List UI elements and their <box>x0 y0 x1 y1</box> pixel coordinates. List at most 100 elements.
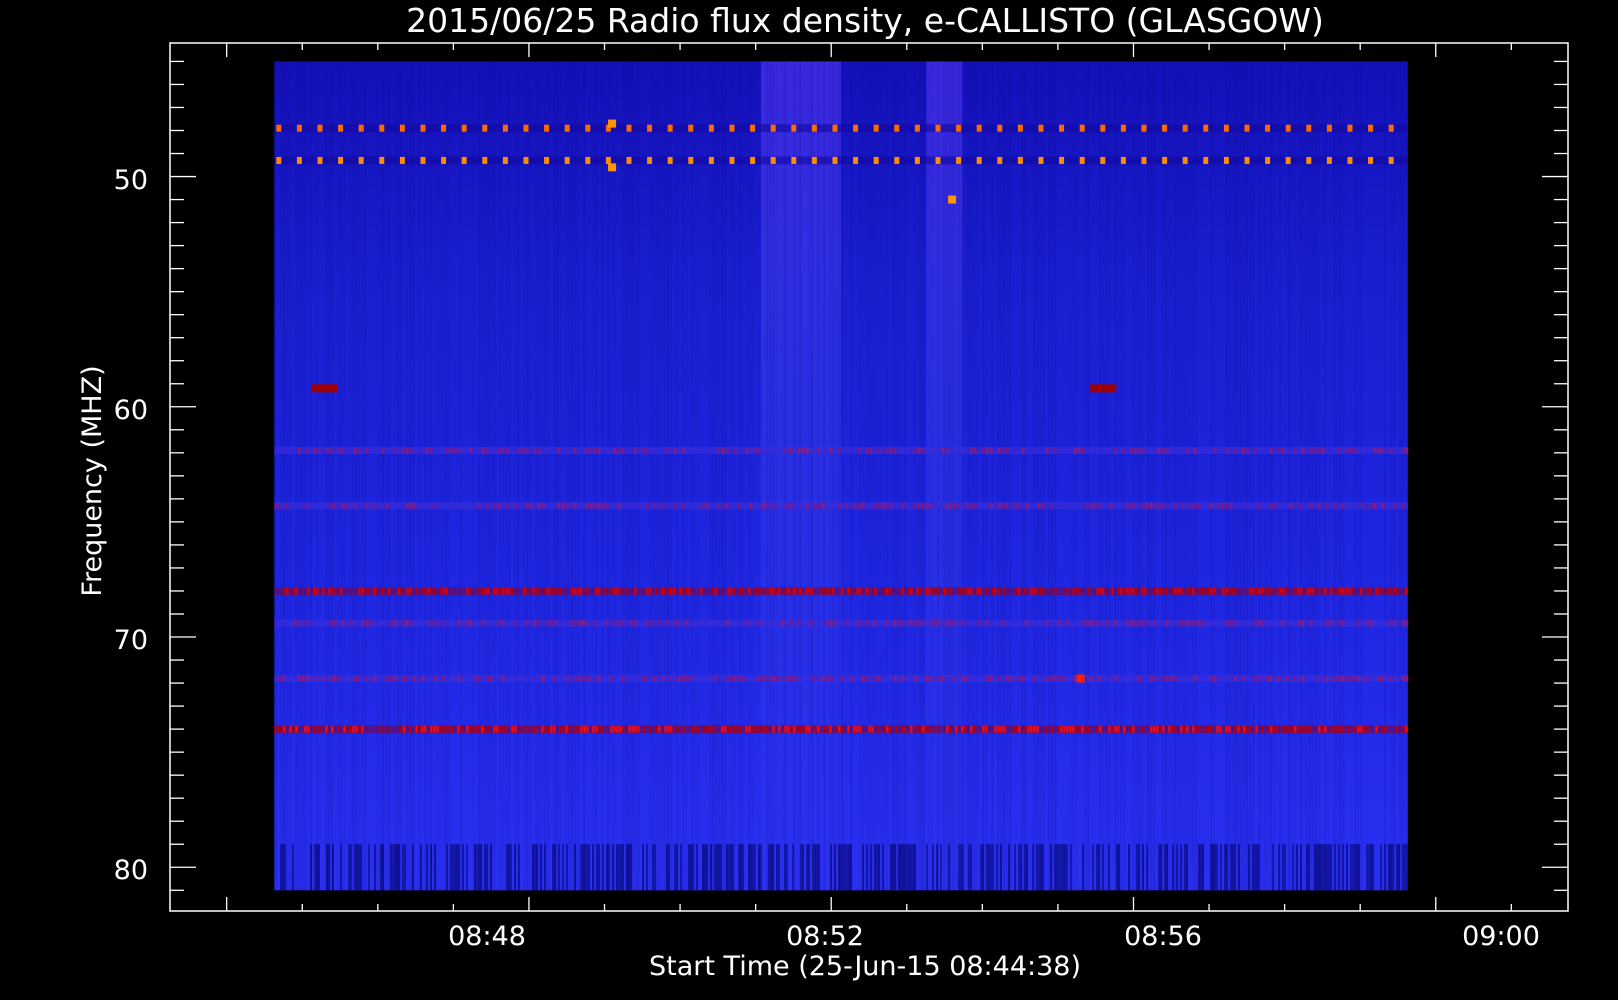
band-mark-69.4 <box>634 620 637 627</box>
band-mark-61.9 <box>1022 447 1025 454</box>
low-frequency-streak <box>1176 844 1178 891</box>
band-mark-74 <box>1084 725 1087 733</box>
texture-stripe <box>658 61 661 891</box>
band-mark-49.3 <box>1162 156 1168 164</box>
band-mark-64.3 <box>274 502 277 509</box>
band-mark-61.9 <box>470 447 473 454</box>
band-mark-69.4 <box>546 620 549 627</box>
low-frequency-streak <box>1350 844 1352 891</box>
texture-stripe <box>385 61 388 891</box>
band-mark-47.9 <box>832 124 838 132</box>
low-frequency-streak <box>962 844 964 891</box>
band-mark-74 <box>796 725 799 733</box>
band-mark-68 <box>358 587 361 595</box>
texture-stripe <box>535 61 538 891</box>
band-mark-68 <box>1264 587 1267 595</box>
band-mark-64.3 <box>1270 502 1273 509</box>
band-mark-74 <box>1303 725 1306 733</box>
band-mark-64.3 <box>814 502 817 509</box>
band-mark-47.9 <box>1182 124 1188 132</box>
band-mark-68 <box>793 587 796 595</box>
band-mark-69.4 <box>922 620 925 627</box>
band-mark-64.3 <box>970 502 973 509</box>
band-mark-71.8 <box>486 675 489 682</box>
band-mark-64.3 <box>530 502 533 509</box>
texture-stripe <box>1261 61 1264 891</box>
band-mark-74 <box>409 725 412 733</box>
band-mark-68 <box>1267 587 1270 595</box>
band-mark-74 <box>1063 725 1066 733</box>
band-mark-68 <box>505 587 508 595</box>
band-mark-64.3 <box>702 502 705 509</box>
band-mark-69.4 <box>554 620 557 627</box>
band-mark-64.3 <box>1026 502 1029 509</box>
band-mark-69.4 <box>1194 620 1197 627</box>
band-mark-64.3 <box>774 502 777 509</box>
low-frequency-streak <box>1384 844 1386 891</box>
texture-stripe <box>1042 61 1045 891</box>
texture-stripe <box>634 61 637 891</box>
band-mark-71.8 <box>1114 675 1117 682</box>
low-frequency-streak <box>1210 844 1212 891</box>
low-frequency-streak <box>818 844 820 891</box>
low-frequency-streak <box>1108 844 1110 891</box>
texture-stripe <box>592 61 595 891</box>
band-mark-74 <box>526 725 529 733</box>
band-mark-74 <box>511 725 514 733</box>
texture-stripe <box>694 61 697 891</box>
band-mark-68 <box>919 587 922 595</box>
band-mark-69.4 <box>758 620 761 627</box>
band-mark-74 <box>973 725 976 733</box>
band-mark-74 <box>457 725 460 733</box>
band-mark-74 <box>997 725 1000 733</box>
band-mark-49.3 <box>1326 156 1332 164</box>
band-mark-64.3 <box>918 502 921 509</box>
texture-stripe <box>955 61 958 891</box>
low-frequency-streak <box>1326 844 1328 891</box>
texture-stripe <box>973 61 976 891</box>
band-mark-61.9 <box>426 447 429 454</box>
band-mark-64.3 <box>862 502 865 509</box>
low-frequency-streak <box>1308 844 1310 891</box>
texture-stripe <box>1402 61 1405 891</box>
band-mark-47.9 <box>338 124 344 132</box>
texture-stripe <box>328 61 331 891</box>
band-mark-61.9 <box>314 447 317 454</box>
band-mark-64.3 <box>1094 502 1097 509</box>
band-mark-49.3 <box>1265 156 1271 164</box>
low-frequency-streak <box>674 844 676 891</box>
band-mark-49.3 <box>1038 156 1044 164</box>
band-mark-74 <box>643 725 646 733</box>
low-frequency-streak <box>446 844 448 891</box>
low-frequency-streak <box>456 844 458 891</box>
band-mark-68 <box>1339 587 1342 595</box>
band-mark-71.8 <box>434 675 437 682</box>
band-mark-61.9 <box>298 447 301 454</box>
band-mark-68 <box>550 587 553 595</box>
band-mark-61.9 <box>674 447 677 454</box>
texture-stripe <box>1225 61 1228 891</box>
texture-stripe <box>1186 61 1189 891</box>
band-mark-71.8 <box>314 675 317 682</box>
low-frequency-streak <box>360 844 362 891</box>
band-mark-74 <box>1180 725 1183 733</box>
chart-title: 2015/06/25 Radio flux density, e-CALLIST… <box>406 1 1324 40</box>
band-mark-69.4 <box>1258 620 1261 627</box>
texture-stripe <box>697 61 700 891</box>
band-mark-71.8 <box>1166 675 1169 682</box>
band-mark-49.3 <box>1017 156 1023 164</box>
band-mark-64.3 <box>1194 502 1197 509</box>
texture-stripe <box>946 61 949 891</box>
band-mark-64.3 <box>278 502 281 509</box>
band-mark-74 <box>1354 725 1357 733</box>
band-mark-74 <box>754 725 757 733</box>
band-mark-68 <box>1135 587 1138 595</box>
band-mark-68 <box>1300 587 1303 595</box>
low-frequency-streak <box>1372 844 1374 891</box>
band-mark-74 <box>1111 725 1114 733</box>
band-mark-74 <box>439 725 442 733</box>
band-mark-74 <box>1300 725 1303 733</box>
low-frequency-streak <box>484 844 486 891</box>
band-mark-64.3 <box>706 502 709 509</box>
band-mark-74 <box>1207 725 1210 733</box>
